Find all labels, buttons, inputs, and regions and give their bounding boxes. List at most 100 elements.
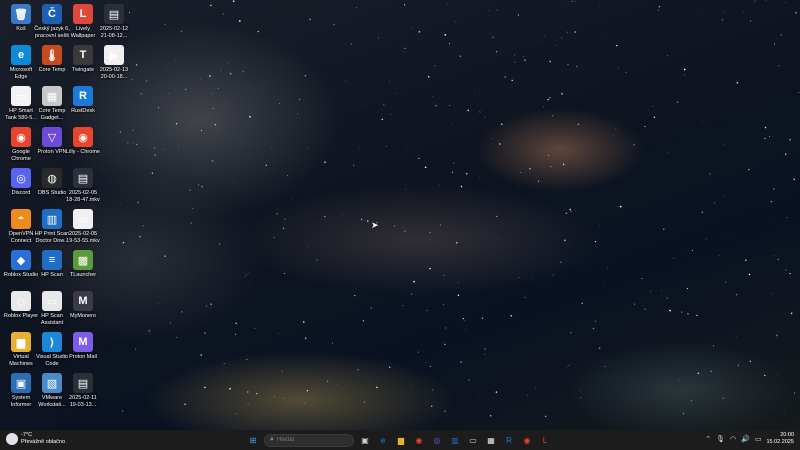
chrome2-taskbar-icon[interactable]: ◉ xyxy=(520,433,534,447)
star xyxy=(777,374,779,376)
desktop-icon[interactable]: 🗑 Koš xyxy=(5,4,37,46)
desktop-icon[interactable]: ◎ Discord xyxy=(5,168,37,210)
star xyxy=(204,332,206,334)
hp-taskbar-icon[interactable]: ▥ xyxy=(448,433,462,447)
star xyxy=(192,208,194,209)
weather-cloud-icon xyxy=(6,432,18,445)
star xyxy=(204,386,206,389)
star xyxy=(429,267,431,270)
desktop-icon[interactable]: 🌡 Core Temp xyxy=(36,45,68,87)
terminal-taskbar-icon[interactable]: ▭ xyxy=(466,433,480,447)
desktop-icon[interactable]: ◍ OBS Studio xyxy=(36,168,68,210)
rustdesk-taskbar-icon[interactable]: R xyxy=(502,433,516,447)
star xyxy=(561,92,563,95)
desktop-icon[interactable]: ▤ 2025-02-11 19-03-13... xyxy=(67,373,99,415)
star xyxy=(140,92,143,95)
star xyxy=(479,111,481,113)
star xyxy=(412,27,413,29)
star xyxy=(445,327,447,329)
desktop-icon[interactable]: ≡ HP Scan xyxy=(36,250,68,292)
desktop-icon[interactable]: T Twingate xyxy=(67,45,99,87)
star xyxy=(158,84,160,85)
desktop-icon[interactable]: R RustDesk xyxy=(67,86,99,128)
start-button[interactable]: ⊞ xyxy=(246,433,260,447)
desktop-icon[interactable]: ◆ Roblox Studio xyxy=(4,250,38,292)
desktop-icon[interactable]: ⟩ Visual Studio Code xyxy=(36,332,68,374)
desktop-icon[interactable]: ▭ HP Scan Assistant xyxy=(36,291,68,333)
star xyxy=(211,93,214,95)
star xyxy=(424,166,427,169)
microphone-icon[interactable]: 🎙 xyxy=(716,435,725,443)
star xyxy=(259,297,261,298)
star xyxy=(682,412,685,415)
explorer-taskbar-icon[interactable]: ▆ xyxy=(394,433,408,447)
star xyxy=(579,389,581,391)
desktop-icon[interactable]: ▭ HP Smart Tank 580-5... xyxy=(5,86,37,128)
volume-icon[interactable]: 🔊 xyxy=(741,435,750,443)
wifi-icon[interactable]: ◠ xyxy=(730,435,736,443)
desktop-icon[interactable]: ▥ HP Print Scan Doctor Dow... xyxy=(35,209,69,251)
star xyxy=(465,172,468,175)
star xyxy=(650,290,651,292)
desktop-icon[interactable]: ▶ 2025-02-13 20-00-18... xyxy=(98,45,130,87)
desktop-icon[interactable]: ▤ 2025-02-12 21-08-12... xyxy=(98,4,130,46)
desktop-icon[interactable]: M MyMonero xyxy=(67,291,99,333)
desktop-icon[interactable]: ▤ 2025-02-05 18-28-47.mkv xyxy=(66,168,100,210)
desktop-icon[interactable]: ▽ Proton VPN xyxy=(36,127,68,169)
star xyxy=(514,61,516,63)
star xyxy=(197,92,199,93)
star xyxy=(244,275,246,277)
search-input[interactable] xyxy=(276,437,347,443)
clock-date: 15.02.2025 xyxy=(766,439,794,445)
desktop-icon[interactable]: ▭ 2025-02-05 19-53-55.mkv xyxy=(66,209,100,251)
star xyxy=(418,30,421,33)
desktop-icon[interactable]: ◓ OpenVPN Connect xyxy=(5,209,37,251)
lively-taskbar-icon[interactable]: L xyxy=(538,433,552,447)
taskbar-search[interactable]: ⌕ xyxy=(264,433,354,447)
star xyxy=(721,19,724,21)
weather-widget[interactable]: -7°C Převážně oblačno xyxy=(6,432,65,445)
star xyxy=(488,9,490,11)
desktop-icon[interactable]: ◉ Lilly - Chrome xyxy=(66,127,100,169)
desktop-icon[interactable]: ◇ Roblox Player xyxy=(4,291,38,333)
desktop-icon[interactable]: e Microsoft Edge xyxy=(5,45,37,87)
desktop-icon[interactable]: ▦ Core Temp Gadget... xyxy=(36,86,68,128)
discord-taskbar-icon[interactable]: ◎ xyxy=(430,433,444,447)
star xyxy=(749,360,752,363)
edge-taskbar-icon[interactable]: e xyxy=(376,433,390,447)
chrome-taskbar-icon[interactable]: ◉ xyxy=(412,433,426,447)
taskbar-center: ⊞ ⌕ ▣ e ▆ ◉ ◎ ▥ ▭ ▦ R ◉ L xyxy=(246,433,552,447)
desktop-icon[interactable]: ▆ Virtual Machines xyxy=(5,332,37,374)
video-file-icon: ▭ xyxy=(73,209,93,229)
desktop-icon[interactable]: ▩ TLauncher xyxy=(67,250,99,292)
star xyxy=(145,80,148,82)
system-tray: ⌃ 🎙 ◠ 🔊 ▭ 20:00 15.02.2025 xyxy=(705,432,794,446)
battery-icon[interactable]: ▭ xyxy=(755,435,762,443)
star xyxy=(453,162,455,164)
star xyxy=(745,259,747,261)
desktop-icon[interactable]: Č Český jazyk 6, pracovní sešit xyxy=(34,4,70,46)
desktop-icon[interactable]: L Lively Wallpaper xyxy=(67,4,99,46)
star xyxy=(121,410,124,412)
star xyxy=(435,104,437,107)
star xyxy=(567,64,569,66)
desktop-icon[interactable]: ▧ VMware Workstati... xyxy=(36,373,68,415)
star xyxy=(181,311,183,313)
star xyxy=(238,20,241,22)
lively-wallpaper-icon: L xyxy=(73,4,93,24)
clock[interactable]: 20:00 15.02.2025 xyxy=(766,432,794,446)
desktop-icon[interactable]: M Proton Mail xyxy=(67,332,99,374)
star xyxy=(633,303,635,305)
star xyxy=(462,317,465,320)
star xyxy=(376,386,378,389)
desktop-icon[interactable]: ◉ Google Chrome xyxy=(5,127,37,169)
chevron-up-icon[interactable]: ⌃ xyxy=(705,435,711,443)
desktop-icon[interactable]: ▣ System Informer xyxy=(5,373,37,415)
star xyxy=(228,62,230,64)
star xyxy=(175,60,176,61)
star xyxy=(768,135,771,138)
star xyxy=(127,142,129,144)
task-view-button[interactable]: ▣ xyxy=(358,433,372,447)
star xyxy=(463,319,465,321)
media-taskbar-icon[interactable]: ▦ xyxy=(484,433,498,447)
